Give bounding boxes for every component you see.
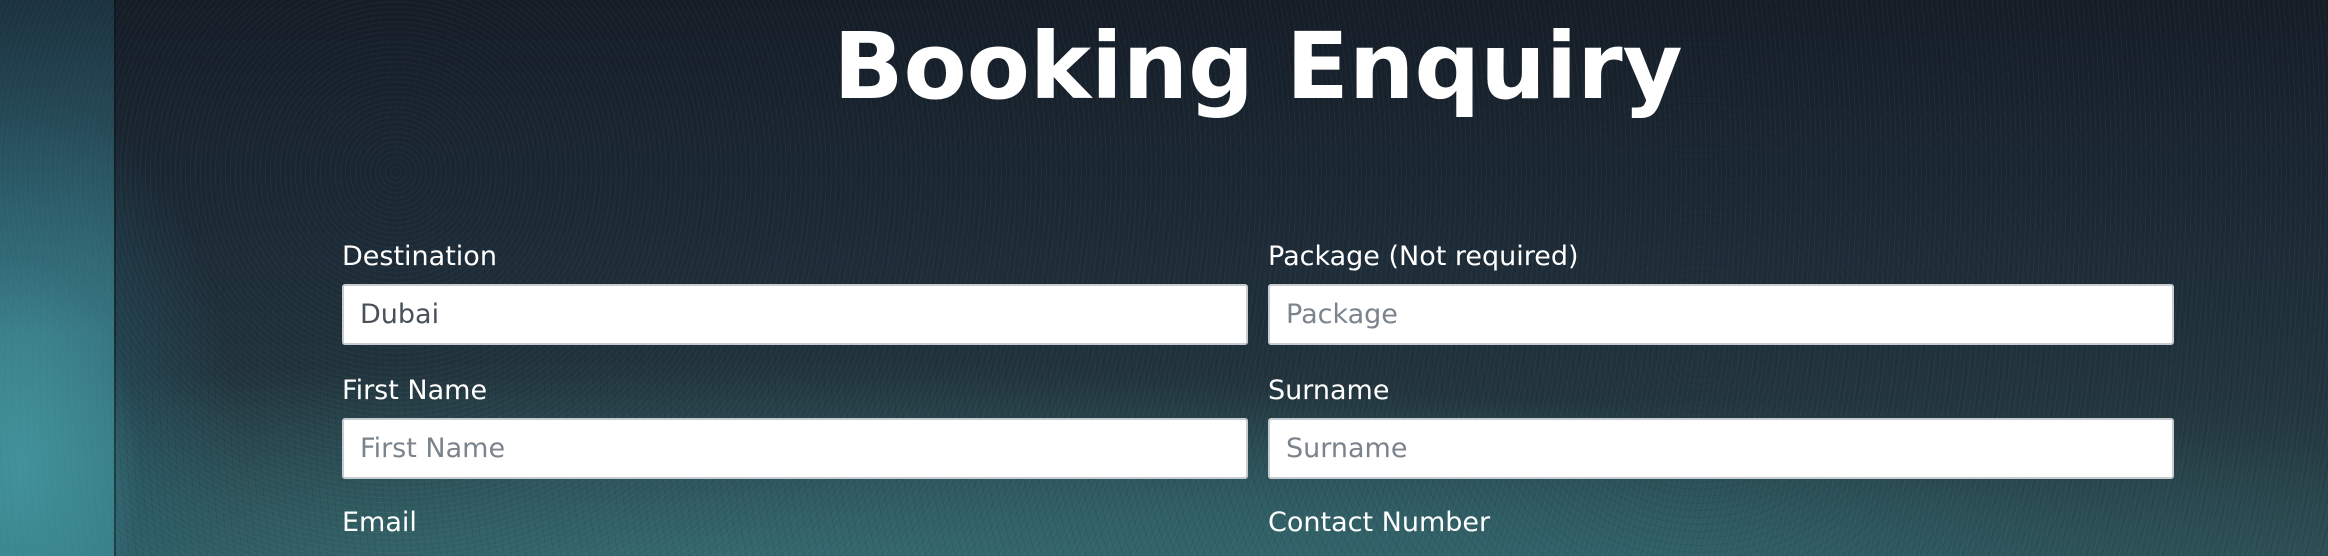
email-label: Email [342,507,417,538]
contact-number-label: Contact Number [1268,507,1491,538]
surname-field-group: Surname [1268,374,2174,479]
first-name-input[interactable] [342,418,1248,479]
destination-label: Destination [342,241,497,272]
package-label: Package (Not required) [1268,241,1579,272]
page-title: Booking Enquiry [833,13,1683,120]
package-input[interactable] [1268,284,2174,345]
surname-label: Surname [1268,375,1390,406]
first-name-label: First Name [342,375,488,406]
surname-input[interactable] [1268,418,2174,479]
destination-field-group: Destination [342,240,1248,345]
package-field-group: Package (Not required) [1268,240,2174,345]
email-field-group: Email [342,506,1248,550]
contact-number-field-group: Contact Number [1268,506,2174,550]
destination-input[interactable] [342,284,1248,345]
first-name-field-group: First Name [342,374,1248,479]
